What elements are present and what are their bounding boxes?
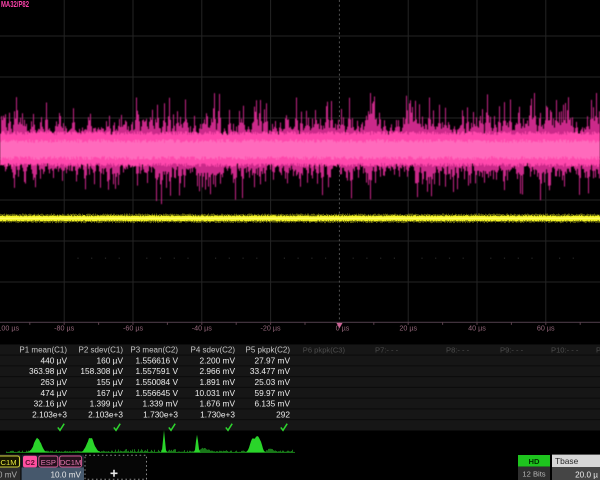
- svg-text:20.0 µ: 20.0 µ: [575, 470, 598, 479]
- svg-text:25.03 mV: 25.03 mV: [254, 377, 290, 387]
- svg-text:263 µV: 263 µV: [41, 377, 68, 387]
- svg-text:2.103e+3: 2.103e+3: [32, 409, 67, 419]
- svg-text:-40 µs: -40 µs: [192, 324, 213, 333]
- svg-text:P5 pkpk(C2): P5 pkpk(C2): [246, 346, 291, 355]
- svg-text:1.556616 V: 1.556616 V: [136, 356, 179, 366]
- svg-text:ESP: ESP: [41, 458, 56, 467]
- svg-text:MA32/P82: MA32/P82: [1, 0, 29, 9]
- svg-text:474 µV: 474 µV: [41, 388, 68, 398]
- svg-text:P1 mean(C1): P1 mean(C1): [19, 346, 67, 355]
- svg-text:HD: HD: [529, 457, 540, 466]
- svg-text:1.556645 V: 1.556645 V: [136, 388, 179, 398]
- svg-text:-20 µs: -20 µs: [261, 324, 282, 333]
- svg-text:1.891 mV: 1.891 mV: [199, 377, 235, 387]
- svg-text:Tbase: Tbase: [555, 456, 579, 466]
- svg-text:155 µV: 155 µV: [97, 377, 124, 387]
- svg-text:-100 µs: -100 µs: [0, 324, 20, 333]
- svg-text:1.550084 V: 1.550084 V: [136, 377, 179, 387]
- svg-text:C2: C2: [25, 458, 35, 467]
- svg-text:10.0 mV: 10.0 mV: [51, 470, 82, 479]
- svg-text:160 µV: 160 µV: [97, 356, 124, 366]
- svg-text:P3 mean(C2): P3 mean(C2): [130, 346, 178, 355]
- svg-text:1.339 mV: 1.339 mV: [142, 399, 178, 409]
- svg-text:1.557591 V: 1.557591 V: [136, 366, 179, 376]
- svg-text:32.16 µV: 32.16 µV: [34, 399, 68, 409]
- svg-text:P6 pkpk(C3): P6 pkpk(C3): [303, 346, 346, 355]
- svg-text:40 µs: 40 µs: [468, 324, 486, 333]
- svg-text:2.103e+3: 2.103e+3: [88, 409, 123, 419]
- svg-text:DC1M: DC1M: [60, 458, 82, 467]
- svg-text:P11:- - -: P11:- - -: [596, 346, 600, 355]
- svg-text:440 µV: 440 µV: [41, 356, 68, 366]
- svg-text:P2 sdev(C1): P2 sdev(C1): [79, 346, 124, 355]
- svg-text:1.730e+3: 1.730e+3: [143, 409, 178, 419]
- svg-text:12 Bits: 12 Bits: [522, 469, 545, 478]
- svg-text:P4 sdev(C2): P4 sdev(C2): [191, 346, 236, 355]
- svg-text:P10:- - -: P10:- - -: [551, 346, 579, 355]
- svg-text:P7:- - -: P7:- - -: [375, 346, 399, 355]
- svg-text:60 µs: 60 µs: [537, 324, 555, 333]
- svg-text:6.135 mV: 6.135 mV: [254, 399, 290, 409]
- svg-text:20.0 mV: 20.0 mV: [0, 470, 18, 479]
- svg-text:20 µs: 20 µs: [399, 324, 417, 333]
- svg-text:2.966 mV: 2.966 mV: [199, 366, 235, 376]
- svg-text:33.477 mV: 33.477 mV: [250, 366, 291, 376]
- svg-text:DC1M: DC1M: [0, 458, 17, 467]
- svg-text:P9:- - -: P9:- - -: [500, 346, 524, 355]
- svg-text:P8:- - -: P8:- - -: [446, 346, 470, 355]
- svg-text:1.676 mV: 1.676 mV: [199, 399, 235, 409]
- svg-text:2.200 mV: 2.200 mV: [199, 356, 235, 366]
- svg-text:59.97 mV: 59.97 mV: [254, 388, 290, 398]
- svg-text:158.308 µV: 158.308 µV: [80, 366, 123, 376]
- svg-text:-60 µs: -60 µs: [123, 324, 144, 333]
- svg-text:1.399 µV: 1.399 µV: [90, 399, 124, 409]
- svg-text:363.98 µV: 363.98 µV: [29, 366, 67, 376]
- svg-text:27.97 mV: 27.97 mV: [254, 356, 290, 366]
- svg-text:1.730e+3: 1.730e+3: [200, 409, 235, 419]
- svg-text:292: 292: [276, 409, 290, 419]
- svg-text:167 µV: 167 µV: [97, 388, 124, 398]
- svg-text:10.031 mV: 10.031 mV: [195, 388, 236, 398]
- svg-text:-80 µs: -80 µs: [54, 324, 75, 333]
